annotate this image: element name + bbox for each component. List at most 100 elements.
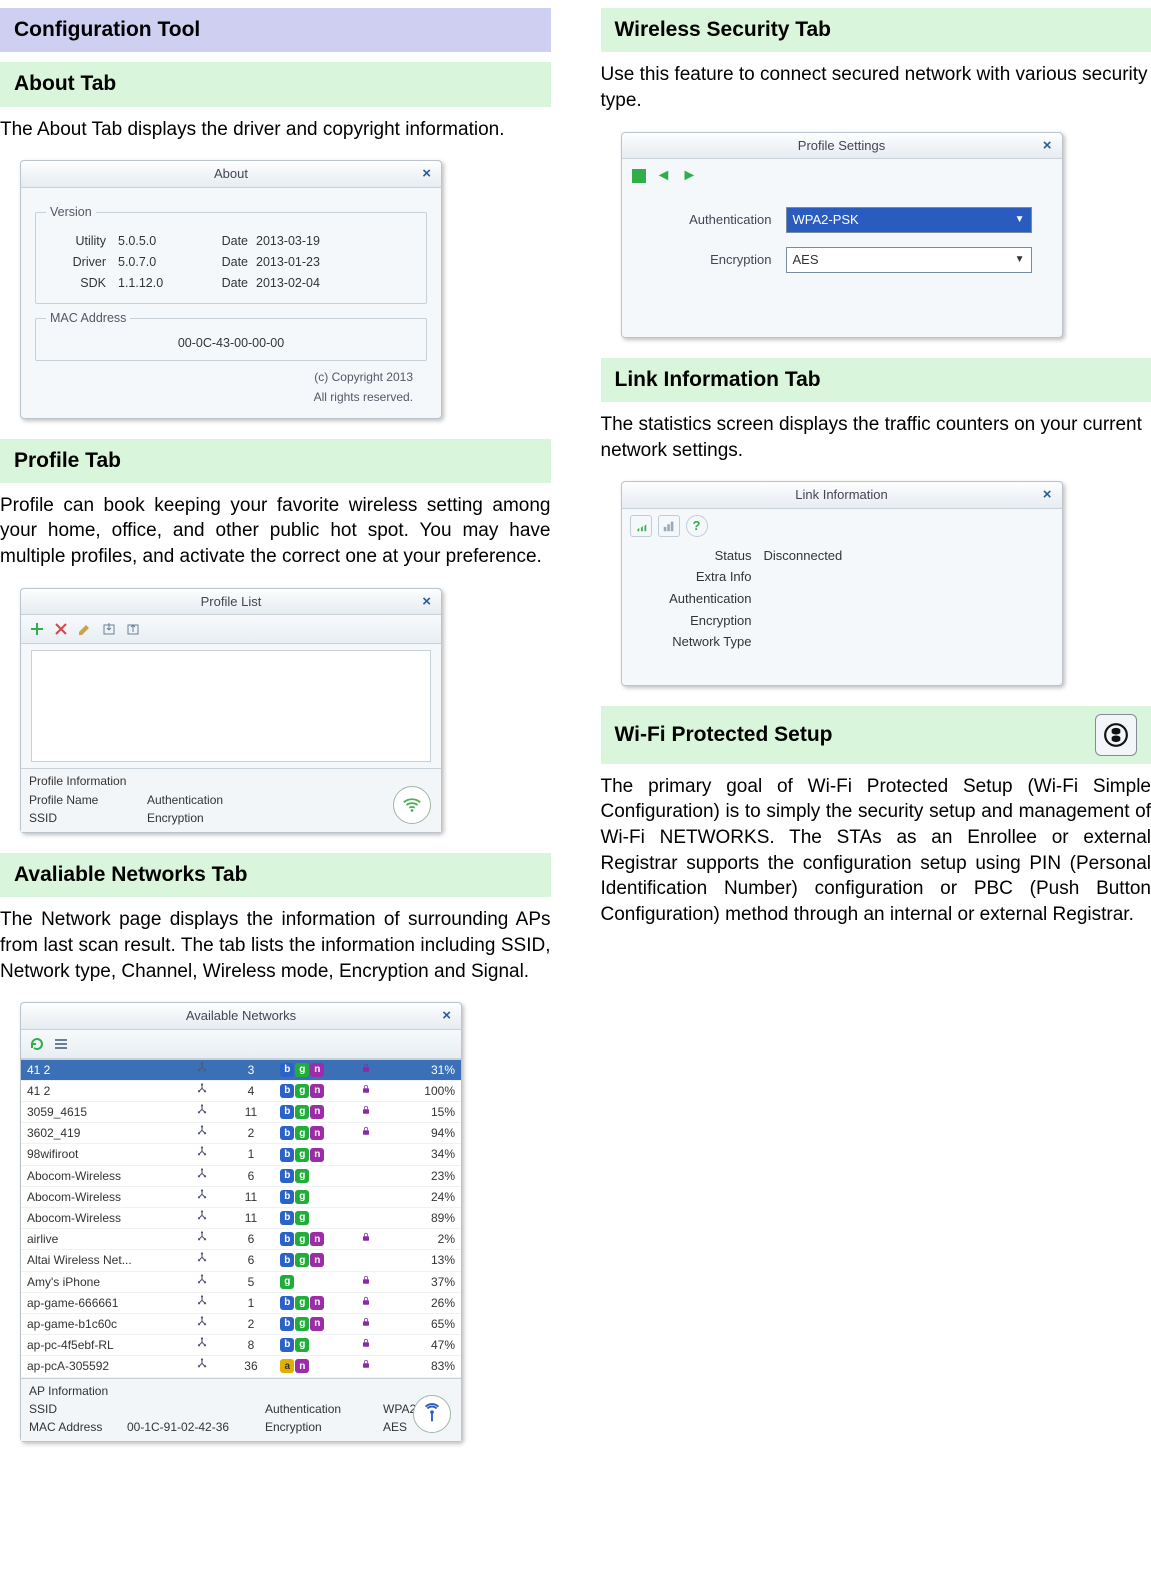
encryption-value: AES xyxy=(793,251,819,269)
authentication-select[interactable]: WPA2-PSK ▼ xyxy=(786,207,1032,233)
about-window: About × Version Utility 5.0.5.0 Date 201… xyxy=(20,160,442,418)
wps-heading-text: Wi-Fi Protected Setup xyxy=(615,721,1096,749)
table-row[interactable]: 41 24bgn100% xyxy=(21,1080,461,1101)
auth-label: Authentication xyxy=(147,792,257,808)
utility-value: 5.0.5.0 xyxy=(118,233,208,250)
driver-date: 2013-01-23 xyxy=(256,254,320,271)
import-icon[interactable] xyxy=(101,621,117,637)
profile-info-legend: Profile Information xyxy=(29,773,433,789)
profile-settings-window: Profile Settings × ◄ ► Authentication WP… xyxy=(621,132,1063,338)
table-row[interactable]: 41 23bgn31% xyxy=(21,1060,461,1081)
forward-icon[interactable]: ► xyxy=(681,165,697,187)
chevron-down-icon: ▼ xyxy=(1015,253,1025,267)
signal-icon[interactable] xyxy=(630,515,652,537)
edit-icon[interactable] xyxy=(77,621,93,637)
encryption-label: Encryption xyxy=(652,251,772,269)
section-heading-about-tab: About Tab xyxy=(0,62,551,106)
refresh-icon[interactable] xyxy=(29,1036,45,1052)
link-information-description: The statistics screen displays the traff… xyxy=(601,412,1151,463)
utility-date: 2013-03-19 xyxy=(256,233,320,250)
profile-list-window-title: Profile List xyxy=(21,589,441,616)
link-information-window: Link Information × ? StatusDisconnected … xyxy=(621,481,1063,685)
ssid-label: SSID xyxy=(29,810,129,826)
driver-label: Driver xyxy=(46,254,118,271)
help-icon[interactable]: ? xyxy=(686,515,708,537)
ap-info-legend: AP Information xyxy=(29,1383,453,1399)
enc-label: Encryption xyxy=(265,1419,365,1435)
utility-label: Utility xyxy=(46,233,118,250)
profile-items-area xyxy=(31,650,431,762)
table-row[interactable]: ap-game-6666611bgn26% xyxy=(21,1292,461,1313)
available-networks-window-title: Available Networks xyxy=(21,1003,461,1030)
encryption-select[interactable]: AES ▼ xyxy=(786,247,1032,273)
auth-label: Authentication xyxy=(265,1401,365,1417)
table-row[interactable]: Abocom-Wireless6bg23% xyxy=(21,1165,461,1186)
auth-label: Authentication xyxy=(622,590,764,608)
sdk-date: 2013-02-04 xyxy=(256,275,320,292)
available-networks-window: Available Networks × 41 23bgn31%41 24bgn… xyxy=(20,1002,462,1442)
table-row[interactable]: 3602_4192bgn94% xyxy=(21,1123,461,1144)
profile-description: Profile can book keeping your favorite w… xyxy=(0,493,551,570)
close-icon[interactable]: × xyxy=(442,1006,451,1026)
status-label: Status xyxy=(622,547,764,565)
list-view-icon[interactable] xyxy=(53,1036,69,1052)
ssid-label: SSID xyxy=(29,1401,109,1417)
section-heading-link-information: Link Information Tab xyxy=(601,358,1151,402)
table-row[interactable]: Abocom-Wireless11bg89% xyxy=(21,1208,461,1229)
mac-value: 00-1C-91-02-42-36 xyxy=(127,1419,247,1435)
wireless-security-description: Use this feature to connect secured netw… xyxy=(601,62,1151,113)
section-heading-available-networks: Avaliable Networks Tab xyxy=(0,853,551,897)
enc-label: Encryption xyxy=(147,810,257,826)
table-row[interactable]: 98wifiroot1bgn34% xyxy=(21,1144,461,1165)
available-networks-description: The Network page displays the informatio… xyxy=(0,907,551,984)
mac-legend: MAC Address xyxy=(46,310,130,327)
link-information-window-title: Link Information xyxy=(622,482,1062,509)
extra-info-value xyxy=(764,568,1062,586)
authentication-value: WPA2-PSK xyxy=(793,211,859,229)
enc-value xyxy=(764,612,1062,630)
profile-settings-window-title: Profile Settings xyxy=(622,133,1062,160)
about-description: The About Tab displays the driver and co… xyxy=(0,117,551,143)
table-row[interactable]: Amy's iPhone5g37% xyxy=(21,1271,461,1292)
table-row[interactable]: 3059_461511bgn15% xyxy=(21,1102,461,1123)
stop-icon[interactable] xyxy=(632,169,646,183)
sdk-label: SDK xyxy=(46,275,118,292)
network-type-value xyxy=(764,633,1062,651)
stats-icon[interactable] xyxy=(658,515,680,537)
close-icon[interactable]: × xyxy=(422,164,431,184)
table-row[interactable]: Altai Wireless Net...6bgn13% xyxy=(21,1250,461,1271)
enc-value: AES xyxy=(383,1419,407,1435)
close-icon[interactable]: × xyxy=(422,592,431,612)
network-type-label: Network Type xyxy=(622,633,764,651)
about-window-title: About xyxy=(21,161,441,188)
delete-icon[interactable] xyxy=(53,621,69,637)
enc-label: Encryption xyxy=(622,612,764,630)
date-label: Date xyxy=(208,275,256,292)
table-row[interactable]: ap-pc-4f5ebf-RL8bg47% xyxy=(21,1335,461,1356)
wps-icon xyxy=(1095,714,1137,756)
extra-info-label: Extra Info xyxy=(622,568,764,586)
close-icon[interactable]: × xyxy=(1043,485,1052,505)
table-row[interactable]: airlive6bgn2% xyxy=(21,1229,461,1250)
antenna-icon xyxy=(413,1395,451,1433)
table-row[interactable]: ap-pcA-30559236an83% xyxy=(21,1356,461,1377)
version-fieldset: Version Utility 5.0.5.0 Date 2013-03-19 … xyxy=(35,204,427,305)
authentication-label: Authentication xyxy=(652,211,772,229)
networks-table[interactable]: 41 23bgn31%41 24bgn100%3059_461511bgn15%… xyxy=(21,1060,461,1378)
export-icon[interactable] xyxy=(125,621,141,637)
table-row[interactable]: ap-game-b1c60c2bgn65% xyxy=(21,1313,461,1334)
profile-name-label: Profile Name xyxy=(29,792,129,808)
back-icon[interactable]: ◄ xyxy=(656,165,672,187)
table-row[interactable]: Abocom-Wireless11bg24% xyxy=(21,1186,461,1207)
add-icon[interactable] xyxy=(29,621,45,637)
wifi-icon xyxy=(393,786,431,824)
mac-label: MAC Address xyxy=(29,1419,109,1435)
section-heading-wireless-security: Wireless Security Tab xyxy=(601,8,1151,52)
date-label: Date xyxy=(208,254,256,271)
driver-value: 5.0.7.0 xyxy=(118,254,208,271)
date-label: Date xyxy=(208,233,256,250)
profile-list-window: Profile List × Profile Information Profi… xyxy=(20,588,442,833)
copyright-2: All rights reserved. xyxy=(35,387,427,407)
close-icon[interactable]: × xyxy=(1043,136,1052,156)
sdk-value: 1.1.12.0 xyxy=(118,275,208,292)
